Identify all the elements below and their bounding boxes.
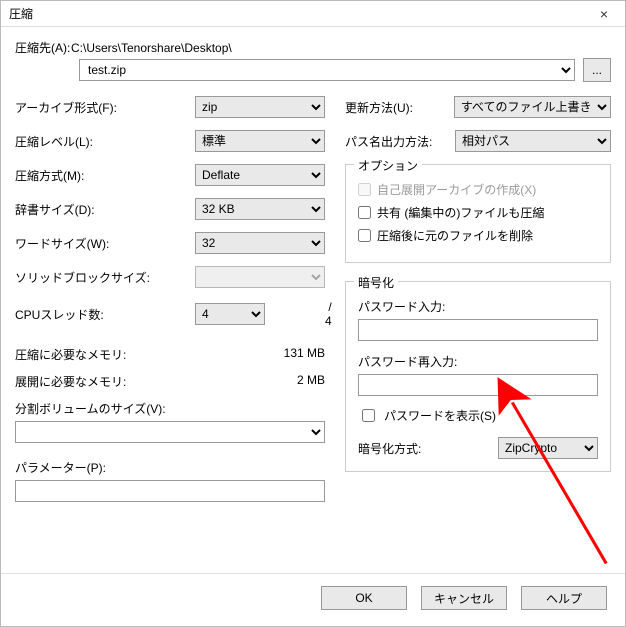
split-volume-combo[interactable] (15, 421, 325, 443)
parameters-label: パラメーター(P): (15, 459, 325, 476)
word-size-label: ワードサイズ(W): (15, 235, 195, 252)
destination-label: 圧縮先(A): (15, 39, 71, 56)
right-column: 更新方法(U): すべてのファイル上書き パス名出力方法: 相対パス (345, 96, 611, 502)
mem-decompress-value: 2 MB (265, 373, 325, 390)
split-volume-label: 分割ボリュームのサイズ(V): (15, 400, 325, 417)
share-checkbox[interactable] (358, 206, 371, 219)
destination-dir: C:\Users\Tenorshare\Desktop\ (71, 41, 611, 55)
titlebar: 圧縮 × (1, 1, 625, 27)
encryption-method-combo[interactable]: ZipCrypto (498, 437, 598, 459)
parameters-input[interactable] (15, 480, 325, 502)
left-column: アーカイブ形式(F): zip 圧縮レベル(L): 標準 (15, 96, 325, 502)
mem-decompress-label: 展開に必要なメモリ: (15, 373, 265, 390)
archive-format-combo[interactable]: zip (195, 96, 325, 118)
dictionary-size-combo[interactable]: 32 KB (195, 198, 325, 220)
encryption-method-label: 暗号化方式: (358, 440, 498, 457)
encryption-group: 暗号化 パスワード入力: パスワード再入力: パスワードを表示(S) 暗号化方式… (345, 281, 611, 472)
help-button[interactable]: ヘルプ (521, 586, 607, 610)
path-mode-label: パス名出力方法: (345, 133, 455, 150)
dictionary-size-label: 辞書サイズ(D): (15, 201, 195, 218)
path-mode-combo[interactable]: 相対パス (455, 130, 611, 152)
update-mode-label: 更新方法(U): (345, 99, 454, 116)
archive-format-label: アーカイブ形式(F): (15, 99, 195, 116)
password-confirm-input[interactable] (358, 374, 598, 396)
close-icon[interactable]: × (589, 4, 619, 24)
show-password-label: パスワードを表示(S) (384, 407, 496, 424)
show-password-checkbox[interactable] (362, 409, 375, 422)
compression-method-label: 圧縮方式(M): (15, 167, 195, 184)
ok-button[interactable]: OK (321, 586, 407, 610)
solid-block-combo[interactable] (195, 266, 325, 288)
solid-block-label: ソリッドブロックサイズ: (15, 269, 195, 286)
mem-compress-label: 圧縮に必要なメモリ: (15, 346, 265, 363)
cpu-threads-total: / 4 (325, 300, 332, 328)
delete-after-checkbox[interactable] (358, 229, 371, 242)
cpu-threads-label: CPUスレッド数: (15, 306, 195, 323)
cancel-button[interactable]: キャンセル (421, 586, 507, 610)
compression-level-combo[interactable]: 標準 (195, 130, 325, 152)
word-size-combo[interactable]: 32 (195, 232, 325, 254)
cpu-threads-combo[interactable]: 4 (195, 303, 265, 325)
compression-level-label: 圧縮レベル(L): (15, 133, 195, 150)
button-bar: OK キャンセル ヘルプ (1, 573, 625, 626)
password-input[interactable] (358, 319, 598, 341)
destination-file-combo[interactable]: test.zip (79, 59, 575, 81)
sfx-label: 自己展開アーカイブの作成(X) (377, 181, 536, 198)
update-mode-combo[interactable]: すべてのファイル上書き (454, 96, 611, 118)
sfx-checkbox (358, 183, 371, 196)
browse-button[interactable]: ... (583, 58, 611, 82)
compress-dialog: 圧縮 × 圧縮先(A): C:\Users\Tenorshare\Desktop… (0, 0, 626, 627)
mem-compress-value: 131 MB (265, 346, 325, 363)
password-confirm-label: パスワード再入力: (358, 353, 598, 370)
options-group: オプション 自己展開アーカイブの作成(X) 共有 (編集中の)ファイルも圧縮 圧… (345, 164, 611, 263)
password-label: パスワード入力: (358, 298, 598, 315)
options-title: オプション (354, 157, 422, 174)
window-title: 圧縮 (7, 5, 33, 22)
share-label: 共有 (編集中の)ファイルも圧縮 (377, 204, 544, 221)
dialog-content: 圧縮先(A): C:\Users\Tenorshare\Desktop\ tes… (1, 27, 625, 573)
destination-block: 圧縮先(A): C:\Users\Tenorshare\Desktop\ tes… (15, 39, 611, 82)
compression-method-combo[interactable]: Deflate (195, 164, 325, 186)
encryption-title: 暗号化 (354, 274, 398, 291)
delete-after-label: 圧縮後に元のファイルを削除 (377, 227, 533, 244)
